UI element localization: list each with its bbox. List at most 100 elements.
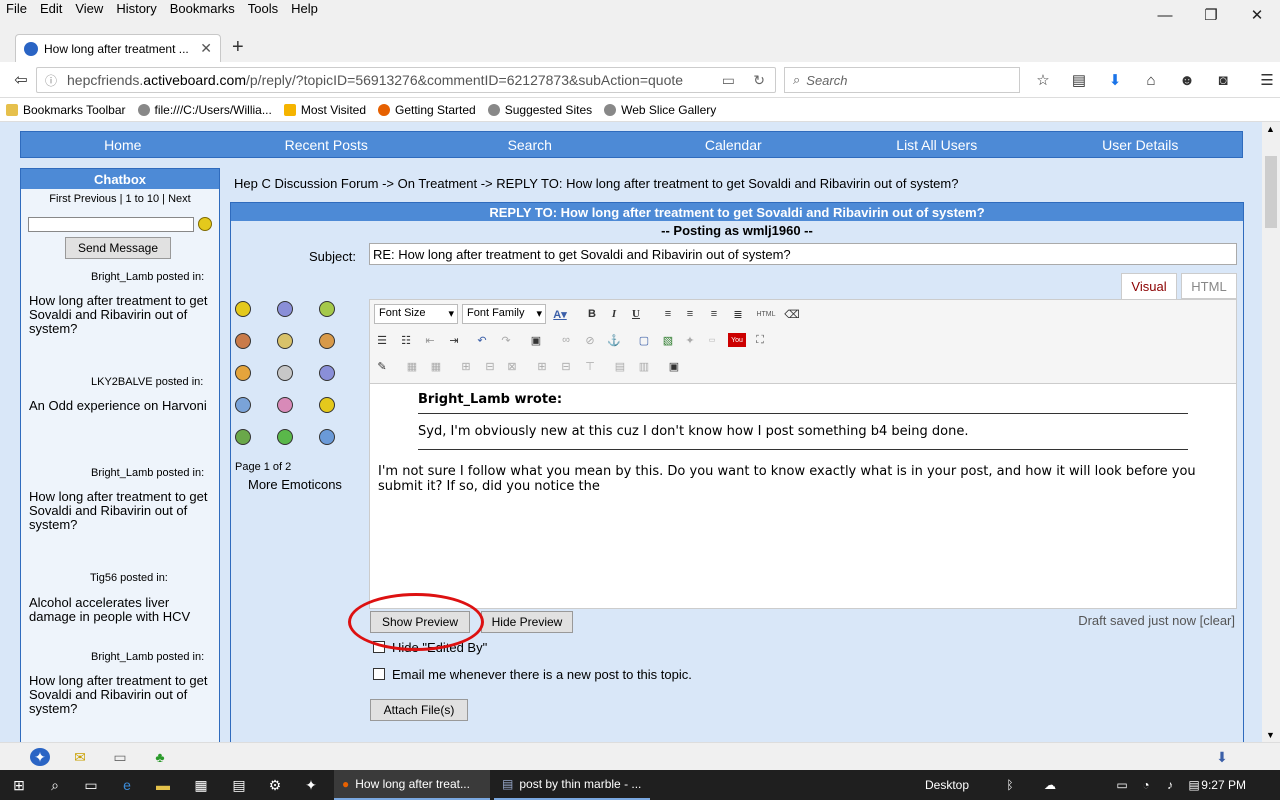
menu-view[interactable]: View [75, 1, 103, 16]
menu-tools[interactable]: Tools [248, 1, 278, 16]
emoticon-icon[interactable] [277, 333, 293, 349]
mail-icon[interactable]: ✉ [70, 748, 90, 766]
anchor-icon[interactable]: ⚓ [606, 333, 622, 347]
align-right-icon[interactable]: ≡ [706, 307, 722, 321]
chat-input[interactable] [28, 217, 194, 232]
nav-calendar[interactable]: Calendar [632, 132, 836, 157]
bookmark-web-slice[interactable]: Web Slice Gallery [604, 103, 716, 117]
emoticon-icon[interactable] [235, 429, 251, 445]
settings-icon[interactable]: ⚙ [262, 770, 288, 800]
undo-icon[interactable]: ↶ [474, 333, 490, 347]
numbered-list-icon[interactable]: ☷ [398, 333, 414, 347]
emoticon-icon[interactable] [319, 365, 335, 381]
nav-recent-posts[interactable]: Recent Posts [225, 132, 429, 157]
wifi-icon[interactable]: ◔ [1136, 770, 1156, 800]
menu-bookmarks[interactable]: Bookmarks [170, 1, 235, 16]
clock[interactable]: 9:27 PM [1201, 770, 1246, 800]
file-explorer-icon[interactable]: ▬ [150, 770, 176, 800]
scroll-down-icon[interactable]: ▼ [1266, 730, 1275, 740]
col-split-icon[interactable]: ⊤ [582, 359, 598, 373]
table-props-icon[interactable]: ▦ [428, 359, 444, 373]
bookmark-suggested-sites[interactable]: Suggested Sites [487, 103, 592, 117]
fullscreen-icon[interactable]: ⛶ [752, 333, 768, 347]
emoticon-icon[interactable] [277, 365, 293, 381]
emoticon-icon[interactable] [319, 301, 335, 317]
edit-icon[interactable]: ✎ [374, 359, 390, 373]
insert-image-icon[interactable]: ▧ [660, 333, 676, 347]
chat-bubble-icon[interactable]: ▭ [110, 748, 130, 766]
tab-html[interactable]: HTML [1181, 273, 1237, 299]
desktop-toolbar[interactable]: Desktop [920, 770, 974, 800]
new-tab-icon[interactable]: + [232, 36, 244, 59]
hide-preview-button[interactable]: Hide Preview [481, 611, 573, 633]
app-icon[interactable]: ✦ [298, 770, 324, 800]
email-notify-checkbox[interactable] [373, 668, 385, 680]
task-view-icon[interactable]: ▭ [78, 770, 104, 800]
unlink-icon[interactable]: ⊘ [582, 333, 598, 347]
word-paste-icon[interactable]: ▣ [666, 359, 682, 373]
emoticon-icon[interactable] [235, 365, 251, 381]
emoticon-icon[interactable] [277, 429, 293, 445]
chat-post-link[interactable]: How long after treatment to get Sovaldi … [29, 294, 214, 336]
scroll-thumb[interactable] [1265, 156, 1277, 228]
draft-status[interactable]: Draft saved just now [clear] [1078, 613, 1235, 628]
attach-files-button[interactable]: Attach File(s) [370, 699, 468, 721]
back-icon[interactable]: ⇦ [8, 68, 34, 92]
reload-icon[interactable]: ↻ [753, 72, 765, 89]
close-window-icon[interactable]: ✕ [1234, 0, 1280, 30]
home-icon[interactable]: ⌂ [1138, 68, 1164, 92]
menu-history[interactable]: History [116, 1, 156, 16]
row-delete-icon[interactable]: ⊟ [482, 359, 498, 373]
page-scrollbar[interactable]: ▲ ▼ [1262, 122, 1280, 742]
reader-view-icon[interactable]: ▭ [722, 72, 735, 89]
emoticon-icon[interactable] [235, 301, 251, 317]
editor-content[interactable]: Bright_Lamb wrote: Syd, I'm obviously ne… [370, 384, 1236, 608]
table-icon[interactable]: ▦ [404, 359, 420, 373]
redo-icon[interactable]: ↷ [498, 333, 514, 347]
chatbox-pagination[interactable]: First Previous | 1 to 10 | Next [21, 189, 219, 209]
calculator-icon[interactable]: ▤ [226, 770, 252, 800]
link-icon[interactable]: ∞ [558, 333, 574, 347]
users-icon[interactable]: ♣ [150, 748, 170, 766]
close-tab-icon[interactable]: ✕ [200, 40, 212, 57]
bookmark-file[interactable]: file:///C:/Users/Willia... [137, 103, 272, 117]
nav-list-all-users[interactable]: List All Users [835, 132, 1039, 157]
row-split-icon[interactable]: ⊠ [504, 359, 520, 373]
breadcrumb[interactable]: Hep C Discussion Forum -> On Treatment -… [234, 176, 958, 191]
minimize-icon[interactable]: — [1142, 0, 1188, 30]
chat-post-link[interactable]: Alcohol accelerates liver damage in peop… [29, 596, 214, 624]
volume-icon[interactable]: ♪ [1160, 770, 1180, 800]
search-bar[interactable]: ⌕ Search [784, 67, 1020, 93]
menu-help[interactable]: Help [291, 1, 318, 16]
calendar-icon[interactable]: ▦ [188, 770, 214, 800]
nav-search[interactable]: Search [428, 132, 632, 157]
chat-post-link[interactable]: How long after treatment to get Sovaldi … [29, 490, 214, 532]
url-bar[interactable]: ⓘ hepcfriends. activeboard.com/p/reply/?t… [36, 67, 776, 93]
emoticon-icon[interactable] [319, 333, 335, 349]
media-icon[interactable]: ▭ [704, 333, 720, 347]
nav-home[interactable]: Home [21, 132, 225, 157]
emoticon-icon[interactable] [235, 397, 251, 413]
font-family-select[interactable]: Font Family ▾ [462, 304, 546, 324]
bookmark-getting-started[interactable]: Getting Started [378, 103, 476, 117]
paste-icon[interactable]: ▣ [528, 333, 544, 347]
edge-icon[interactable]: e [114, 770, 140, 800]
download-icon[interactable]: ⬇ [1102, 68, 1128, 92]
emoticon-icon[interactable] [319, 429, 335, 445]
browser-tab[interactable]: How long after treatment ... ✕ [15, 34, 221, 62]
menu-edit[interactable]: Edit [40, 1, 62, 16]
bold-icon[interactable]: B [584, 307, 600, 321]
hamburger-menu-icon[interactable]: ☰ [1254, 68, 1280, 92]
more-emoticons-link[interactable]: More Emoticons [248, 477, 342, 492]
merge-cells-icon[interactable]: ▤ [612, 359, 628, 373]
outdent-icon[interactable]: ⇤ [422, 333, 438, 347]
youtube-icon[interactable]: You [728, 333, 746, 347]
activeboard-icon[interactable]: ✦ [30, 748, 50, 766]
flash-icon[interactable]: ✦ [682, 333, 698, 347]
emoticon-icon[interactable] [319, 397, 335, 413]
row-insert-icon[interactable]: ⊞ [458, 359, 474, 373]
chat-post-link[interactable]: How long after treatment to get Sovaldi … [29, 674, 214, 716]
underline-icon[interactable]: U [628, 307, 644, 321]
bookmark-most-visited[interactable]: Most Visited [283, 103, 366, 117]
col-delete-icon[interactable]: ⊟ [558, 359, 574, 373]
